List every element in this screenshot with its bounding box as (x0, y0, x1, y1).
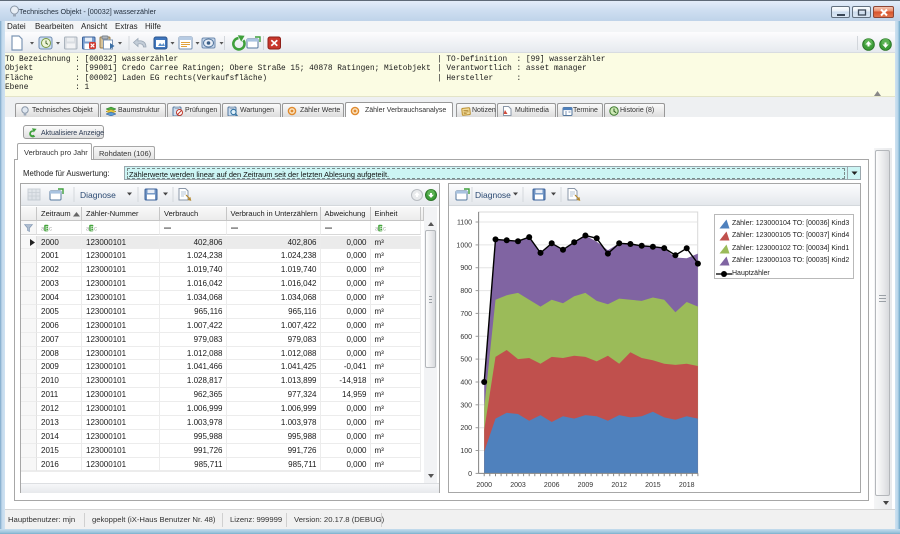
svg-text:100: 100 (460, 448, 472, 455)
svg-text:600: 600 (460, 334, 472, 341)
svg-text:700: 700 (460, 311, 472, 318)
svg-text:800: 800 (460, 288, 472, 295)
svg-text:2006: 2006 (544, 482, 560, 489)
svg-text:200: 200 (460, 425, 472, 432)
svg-text:500: 500 (460, 357, 472, 364)
svg-text:c: c (49, 227, 52, 233)
svg-text:2009: 2009 (578, 482, 594, 489)
svg-text:0: 0 (468, 471, 472, 478)
svg-text:400: 400 (460, 380, 472, 387)
svg-text:2003: 2003 (510, 482, 526, 489)
svg-text:1100: 1100 (457, 220, 472, 227)
svg-text:300: 300 (460, 402, 472, 409)
svg-text:2018: 2018 (679, 482, 695, 489)
svg-text:2012: 2012 (611, 482, 627, 489)
svg-text:c: c (94, 227, 97, 233)
svg-text:c: c (383, 227, 386, 233)
svg-text:2000: 2000 (476, 482, 492, 489)
svg-text:1000: 1000 (456, 242, 472, 249)
svg-text:900: 900 (460, 265, 472, 272)
svg-text:2015: 2015 (645, 482, 661, 489)
